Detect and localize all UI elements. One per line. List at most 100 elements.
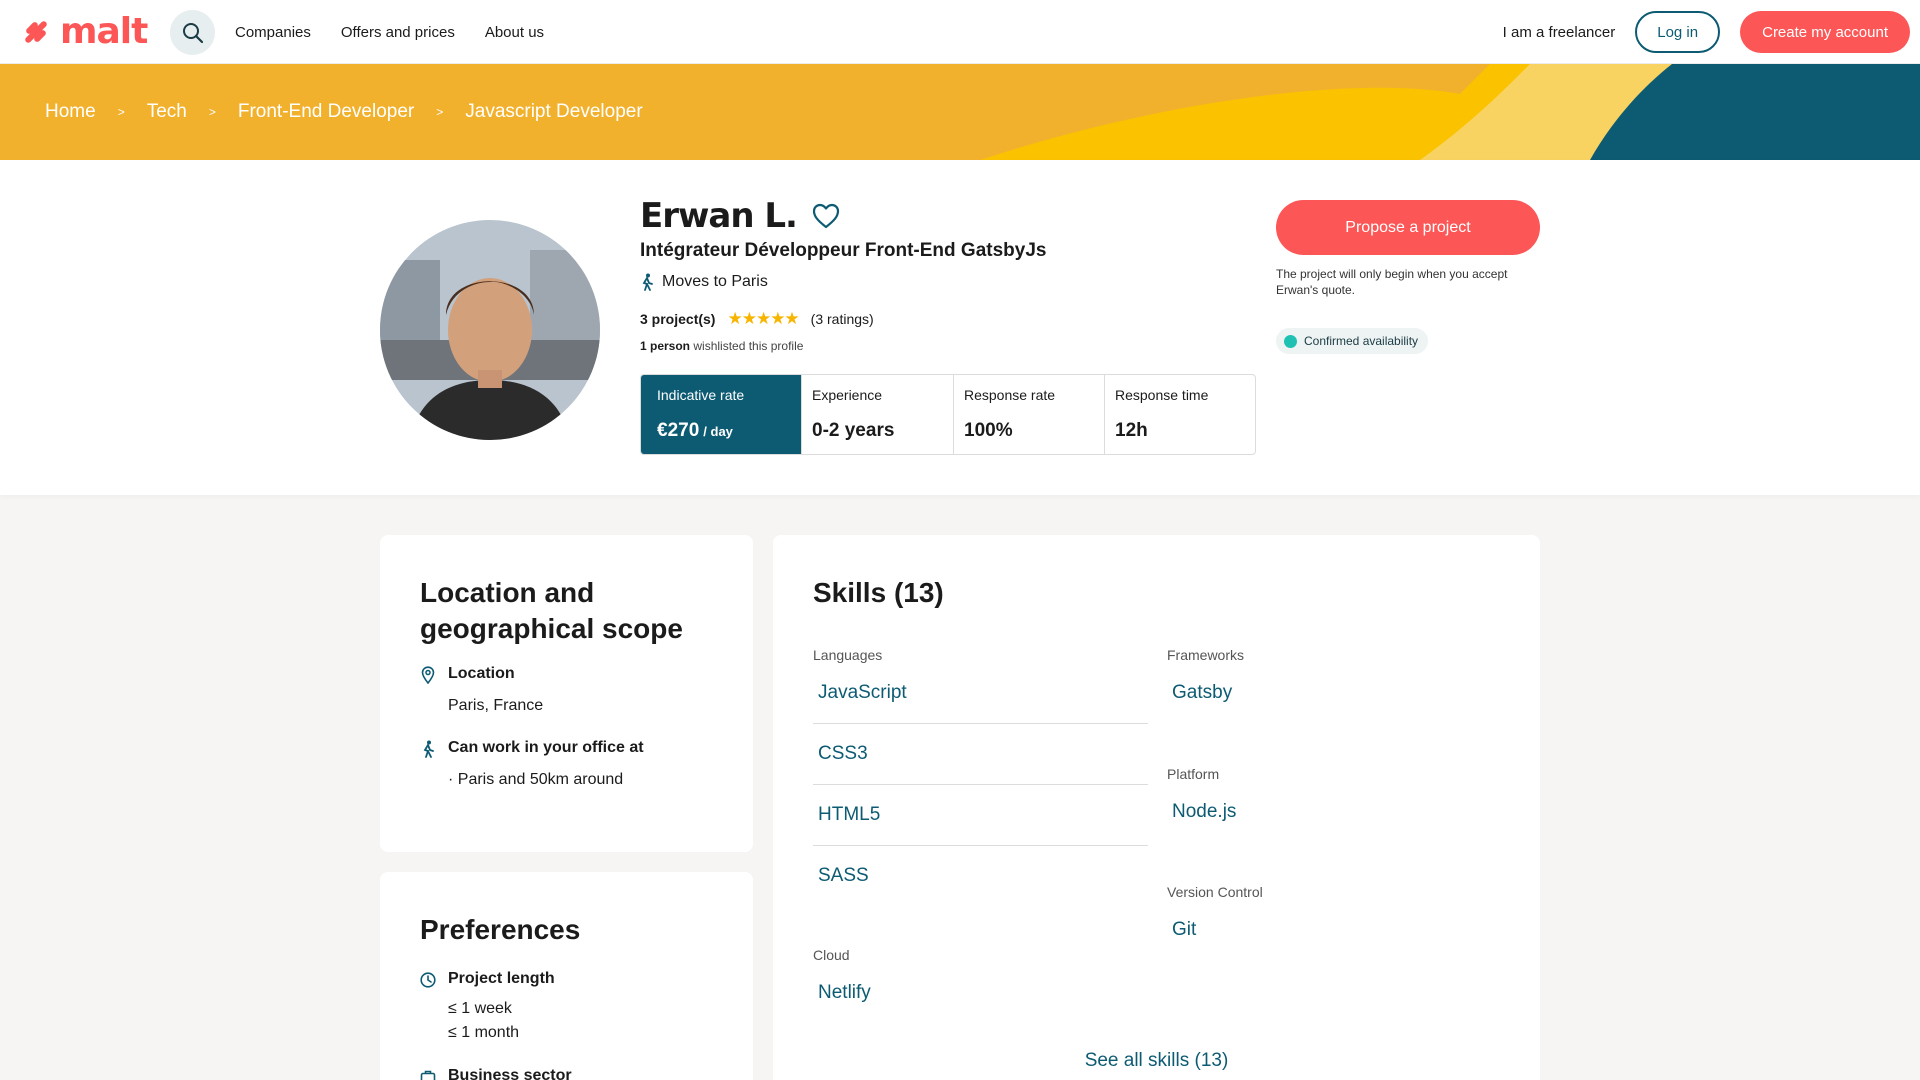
project-length-value-2: ≤ 1 month — [448, 1024, 520, 1041]
availability-dot-icon — [1284, 334, 1297, 348]
wishlist-text: wishlisted this profile — [693, 339, 804, 353]
response-time-value: 12h — [1115, 420, 1148, 441]
skill-css3[interactable]: CSS3 — [813, 743, 868, 765]
freelancer-name: Erwan L. — [640, 196, 798, 236]
office-row: Can work in your office at — [420, 739, 644, 759]
project-length-label: Project length — [448, 970, 555, 987]
experience-label: Experience — [812, 387, 883, 403]
availability-text: Confirmed availability — [1304, 334, 1419, 348]
category-banner: Home > Tech > Front-End Developer > Java… — [0, 64, 1920, 160]
skill-nodejs[interactable]: Node.js — [1167, 801, 1236, 823]
breadcrumb-javascript-developer[interactable]: Javascript Developer — [465, 101, 642, 123]
skill-git[interactable]: Git — [1167, 919, 1196, 941]
see-all-skills-link[interactable]: See all skills (13) — [773, 1050, 1540, 1072]
breadcrumb-home[interactable]: Home — [45, 101, 96, 123]
freelancer-link[interactable]: I am a freelancer — [1503, 24, 1616, 41]
skill-gatsby[interactable]: Gatsby — [1167, 682, 1232, 704]
create-account-button[interactable]: Create my account — [1740, 11, 1910, 53]
business-sector-row: Business sector — [420, 1067, 572, 1080]
skill-sass[interactable]: SASS — [813, 865, 869, 887]
breadcrumb-separator: > — [208, 105, 216, 119]
skill-divider — [813, 845, 1148, 846]
rate-unit: / day — [703, 424, 733, 439]
skill-html5[interactable]: HTML5 — [813, 804, 880, 826]
location-value: Paris, France — [448, 697, 544, 714]
ratings-row: 3 project(s) ★★★★★ (3 ratings) — [640, 309, 874, 329]
stat-response-rate: Response rate 100% — [954, 375, 1105, 454]
breadcrumb-front-end-developer[interactable]: Front-End Developer — [238, 101, 414, 123]
skills-card: Skills (13) Languages JavaScript CSS3 HT… — [773, 535, 1540, 1080]
clock-icon — [420, 970, 436, 990]
project-count: 3 project(s) — [640, 311, 716, 327]
skill-group-platform: Platform — [1167, 766, 1220, 782]
office-label: Can work in your office at — [448, 739, 644, 756]
avatar — [380, 220, 600, 440]
malt-logo[interactable]: malt — [20, 11, 148, 52]
account-nav: I am a freelancer Log in Create my accou… — [1503, 0, 1910, 64]
avatar-photo — [380, 220, 600, 440]
briefcase-icon — [420, 1067, 436, 1080]
profile-headline: Intégrateur Développeur Front-End Gatsby… — [640, 240, 1047, 261]
nav-about-us[interactable]: About us — [485, 24, 544, 41]
skill-divider — [813, 784, 1148, 785]
rate-value: €270 — [657, 420, 700, 441]
wishlist-count: 1 person — [640, 339, 691, 353]
name-row: Erwan L. — [640, 196, 841, 236]
availability-badge: Confirmed availability — [1276, 328, 1429, 354]
wishlist-info: 1 person wishlisted this profile — [640, 339, 803, 353]
skill-group-version-control: Version Control — [1167, 884, 1263, 900]
wishlist-heart-button[interactable] — [811, 201, 841, 231]
stat-experience: Experience 0-2 years — [802, 375, 954, 454]
malt-logo-icon — [25, 21, 47, 43]
office-value: · Paris and 50km around — [448, 771, 624, 788]
skill-javascript[interactable]: JavaScript — [813, 682, 907, 704]
location-title-line2: geographical scope — [420, 613, 683, 644]
response-time-label: Response time — [1115, 387, 1209, 403]
moves-to-text: Moves to Paris — [662, 273, 768, 290]
walking-person-icon — [420, 739, 436, 759]
response-rate-label: Response rate — [964, 387, 1056, 403]
main-nav: Companies Offers and prices About us — [235, 0, 544, 64]
breadcrumb-tech[interactable]: Tech — [147, 101, 187, 123]
skill-group-frameworks: Frameworks — [1167, 647, 1245, 663]
skill-group-cloud: Cloud — [813, 947, 850, 963]
stat-indicative-rate: Indicative rate €270/ day — [641, 375, 802, 454]
breadcrumb-separator: > — [436, 105, 444, 119]
search-icon — [182, 22, 203, 43]
walking-person-icon — [642, 273, 653, 291]
breadcrumb-separator: > — [117, 105, 125, 119]
nav-offers-and-prices[interactable]: Offers and prices — [341, 24, 455, 41]
nav-companies[interactable]: Companies — [235, 24, 311, 41]
project-length-value-1: ≤ 1 week — [448, 1000, 512, 1017]
business-sector-label: Business sector — [448, 1067, 572, 1080]
search-button[interactable] — [170, 10, 215, 55]
rating-stars: ★★★★★ — [727, 309, 799, 328]
rate-label: Indicative rate — [657, 387, 745, 403]
stats-panel: Indicative rate €270/ day Experience 0-2… — [640, 374, 1256, 455]
ratings-count[interactable]: (3 ratings) — [811, 311, 874, 327]
rate-value-row: €270/ day — [657, 420, 791, 442]
project-length-row: Project length — [420, 970, 555, 990]
profile-header: Erwan L. Intégrateur Développeur Front-E… — [0, 160, 1920, 495]
preferences-title: Preferences — [420, 914, 581, 945]
skill-divider — [813, 723, 1148, 724]
logo-text: malt — [60, 11, 148, 52]
location-row: Location — [420, 665, 515, 685]
response-rate-value: 100% — [964, 420, 1013, 441]
breadcrumb: Home > Tech > Front-End Developer > Java… — [45, 64, 643, 160]
skills-title: Skills (13) — [813, 577, 944, 608]
experience-value: 0-2 years — [812, 420, 895, 441]
location-card-title: Location and geographical scope — [420, 575, 683, 647]
preferences-card: Preferences Project length ≤ 1 week ≤ 1 … — [380, 872, 753, 1080]
propose-project-button[interactable]: Propose a project — [1276, 200, 1540, 255]
top-navigation-bar: malt Companies Offers and prices About u… — [0, 0, 1920, 64]
stat-response-time: Response time 12h — [1105, 375, 1255, 454]
propose-note: The project will only begin when you acc… — [1276, 267, 1508, 297]
map-pin-icon — [420, 665, 436, 685]
login-button[interactable]: Log in — [1635, 11, 1721, 53]
location-label: Location — [448, 665, 515, 682]
skill-group-languages: Languages — [813, 647, 883, 663]
location-title-line1: Location and — [420, 577, 595, 608]
skill-netlify[interactable]: Netlify — [813, 982, 871, 1004]
heart-icon — [812, 203, 840, 229]
